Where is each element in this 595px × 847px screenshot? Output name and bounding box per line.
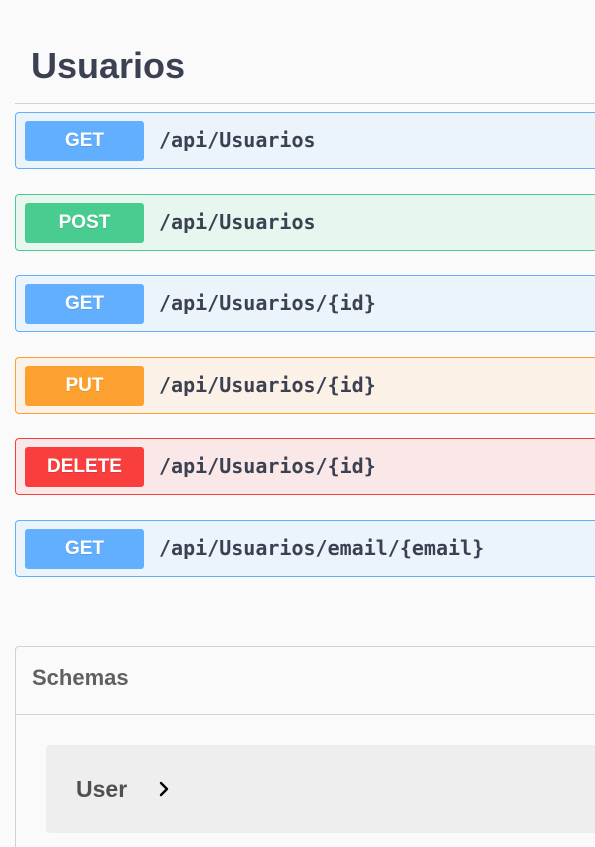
operation-path: /api/Usuarios — [159, 210, 316, 234]
operation-delete-usuario-by-id[interactable]: DELETE /api/Usuarios/{id} — [15, 438, 595, 495]
method-badge: POST — [25, 203, 144, 243]
method-badge: GET — [25, 284, 144, 324]
operation-path: /api/Usuarios/{id} — [159, 291, 376, 315]
operation-path: /api/Usuarios/{id} — [159, 454, 376, 478]
operation-get-usuario-by-id[interactable]: GET /api/Usuarios/{id} — [15, 275, 595, 332]
method-badge: PUT — [25, 366, 144, 406]
tag-section-header[interactable]: Usuarios — [15, 30, 595, 104]
schemas-header[interactable]: Schemas — [16, 647, 595, 715]
method-badge: GET — [25, 529, 144, 569]
model-name: User — [76, 776, 128, 802]
schemas-title: Schemas — [32, 665, 129, 690]
operation-get-usuario-by-email[interactable]: GET /api/Usuarios/email/{email} — [15, 520, 595, 577]
method-badge: GET — [25, 121, 144, 161]
tag-title: Usuarios — [31, 45, 186, 86]
schemas-section: Schemas User — [15, 646, 595, 847]
operation-path: /api/Usuarios/email/{email} — [159, 536, 485, 560]
operation-put-usuario-by-id[interactable]: PUT /api/Usuarios/{id} — [15, 357, 595, 414]
chevron-right-icon — [159, 781, 169, 797]
operation-get-usuarios[interactable]: GET /api/Usuarios — [15, 112, 595, 169]
operation-post-usuarios[interactable]: POST /api/Usuarios — [15, 194, 595, 251]
swagger-page: Usuarios GET /api/Usuarios POST /api/Usu… — [0, 0, 595, 847]
method-badge: DELETE — [25, 447, 144, 487]
model-user[interactable]: User — [46, 745, 595, 833]
operation-path: /api/Usuarios/{id} — [159, 373, 376, 397]
operation-path: /api/Usuarios — [159, 128, 316, 152]
